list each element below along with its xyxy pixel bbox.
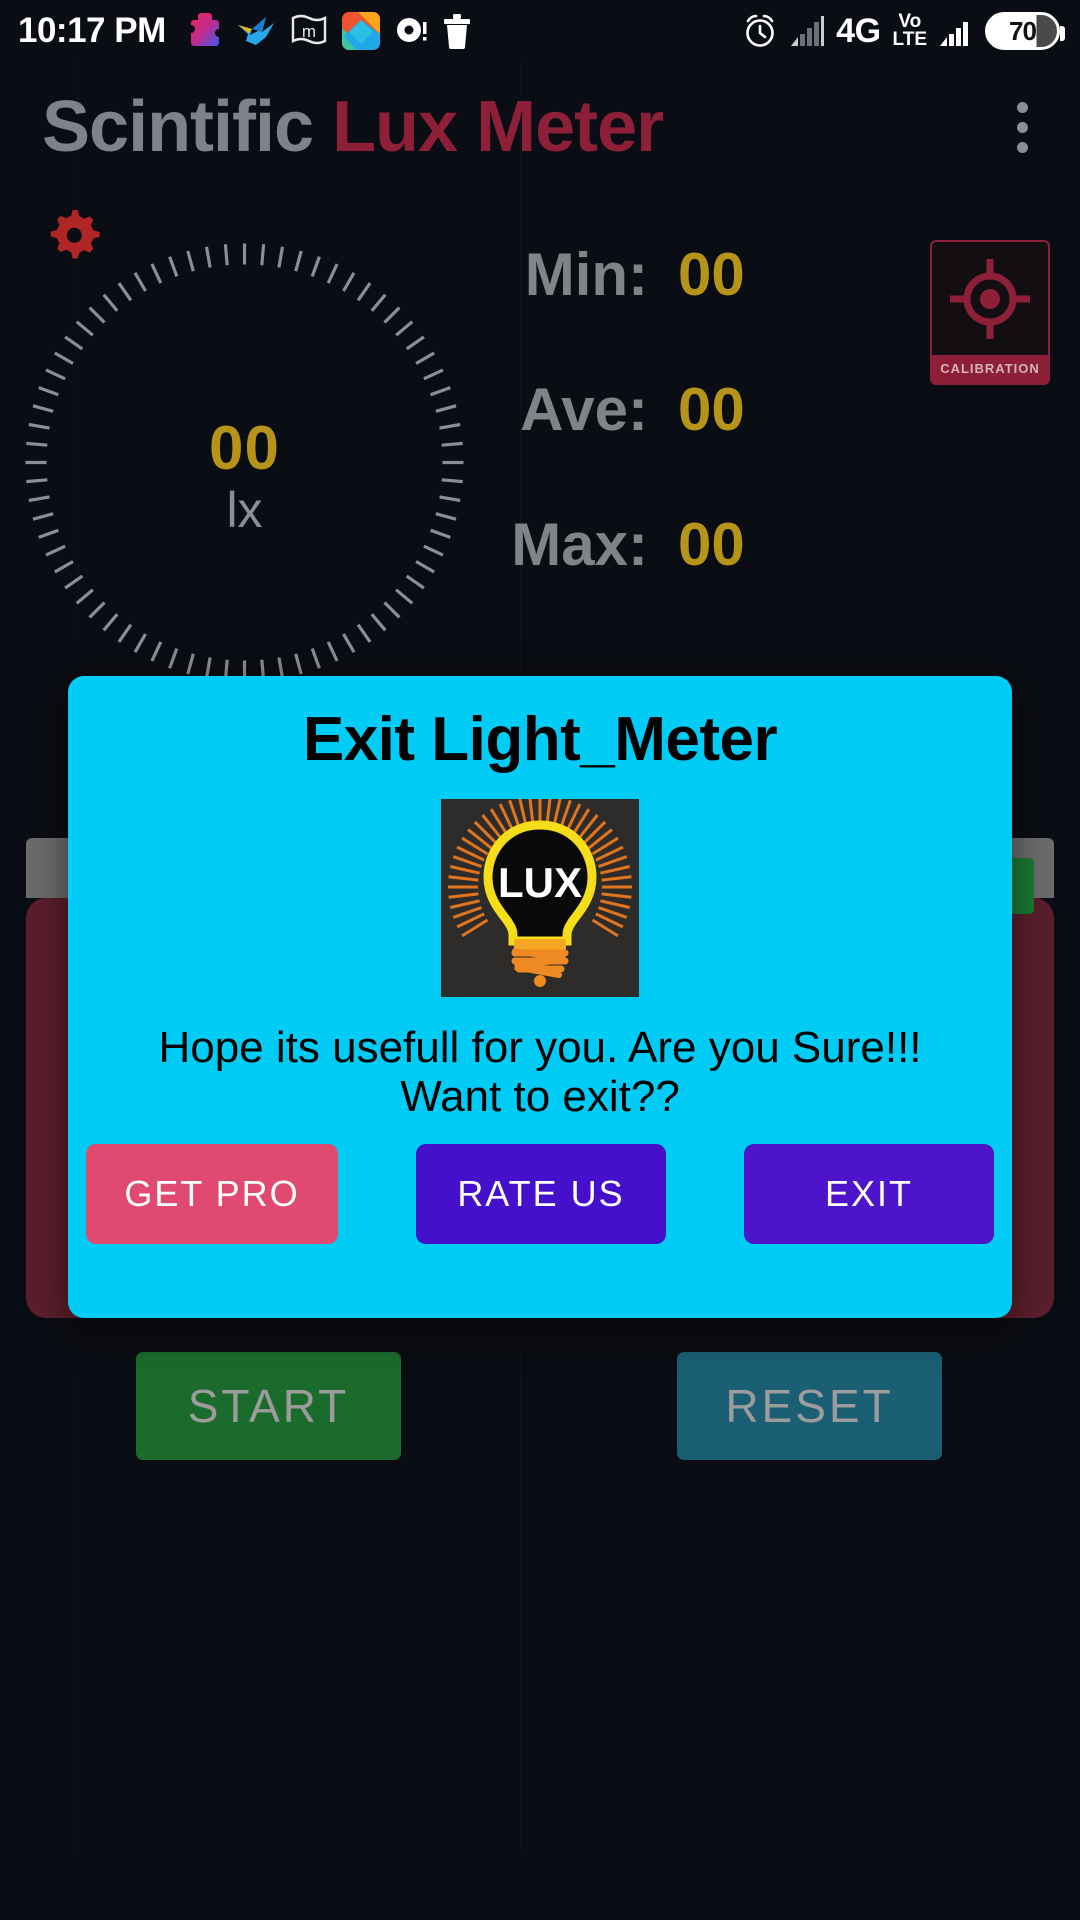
battery-indicator: 70 bbox=[985, 12, 1065, 50]
network-type-label: 4G bbox=[836, 11, 881, 50]
recorder-icon bbox=[396, 18, 427, 42]
svg-text:LUX: LUX bbox=[498, 859, 582, 906]
reset-button-label: RESET bbox=[725, 1380, 894, 1432]
status-bar: 10:17 PM m 4G Vo LTE 70 bbox=[0, 0, 1080, 62]
volte-bottom-label: LTE bbox=[892, 29, 927, 50]
stat-value-max: 00 bbox=[678, 511, 745, 578]
lux-lightbulb-logo: LUX bbox=[441, 799, 639, 997]
start-button-label: START bbox=[187, 1380, 350, 1432]
overflow-dot bbox=[1017, 101, 1028, 113]
app-bar: Scintific Lux Meter bbox=[0, 62, 1080, 192]
app-screen: 10:17 PM m 4G Vo LTE 70 Scintific Lux Me… bbox=[0, 0, 1080, 1920]
stat-label-ave: Ave: bbox=[520, 376, 648, 443]
overflow-dot bbox=[1017, 121, 1028, 133]
start-button[interactable]: START bbox=[136, 1352, 401, 1460]
gallery-icon bbox=[341, 12, 380, 50]
app-title-part1: Scintific bbox=[42, 87, 314, 167]
dialog-actions: GET PRO RATE US EXIT bbox=[68, 1143, 1012, 1244]
mastodon-flag-icon: m bbox=[291, 14, 326, 45]
stat-value-min: 00 bbox=[678, 241, 745, 308]
stat-row-max: Max: 00 bbox=[440, 510, 860, 645]
gauge-readout: 00 lx bbox=[22, 418, 467, 540]
volte-indicator: Vo LTE bbox=[892, 12, 927, 50]
settings-gear-button[interactable] bbox=[46, 208, 104, 271]
stat-label-min: Min: bbox=[524, 241, 648, 308]
reset-button[interactable]: RESET bbox=[677, 1352, 942, 1460]
gauge-value: 00 bbox=[209, 414, 280, 483]
stat-row-min: Min: 00 bbox=[440, 240, 860, 375]
trash-icon bbox=[443, 14, 470, 49]
app-title-part2: Lux Meter bbox=[332, 87, 664, 167]
status-bar-clock: 10:17 PM bbox=[18, 11, 166, 50]
puzzle-piece-icon bbox=[190, 13, 219, 46]
dialog-title: Exit Light_Meter bbox=[302, 705, 778, 774]
page-title: Scintific Lux Meter bbox=[42, 86, 664, 168]
alarm-icon bbox=[746, 14, 774, 47]
overflow-dot bbox=[1017, 141, 1028, 153]
stat-row-ave: Ave: 00 bbox=[440, 375, 860, 510]
overflow-menu-icon[interactable] bbox=[1003, 88, 1042, 167]
rate-us-button[interactable]: RATE US bbox=[416, 1143, 666, 1244]
signal-bars-icon bbox=[791, 16, 825, 46]
calibration-icon-slot bbox=[949, 242, 1031, 355]
status-bar-system-icons: 4G Vo LTE 70 bbox=[742, 11, 1065, 51]
gauge-unit: lx bbox=[226, 482, 263, 538]
status-bar-notification-icons: m bbox=[188, 12, 472, 50]
dialog-message-line1: Hope its usefull for you. Are you Sure!!… bbox=[158, 1023, 922, 1072]
calibration-button[interactable]: CALIBRATION bbox=[930, 240, 1050, 385]
signal-bars-2-icon bbox=[940, 22, 968, 46]
exit-dialog: Exit Light_Meter LUX Hope its usefull fo… bbox=[68, 676, 1012, 1318]
hummingbird-icon bbox=[237, 17, 274, 45]
crosshair-target-icon bbox=[950, 258, 1030, 339]
svg-text:m: m bbox=[302, 22, 316, 41]
exit-button[interactable]: EXIT bbox=[744, 1143, 994, 1244]
gear-icon bbox=[50, 209, 100, 259]
dialog-message: Hope its usefull for you. Are you Sure!!… bbox=[140, 1023, 939, 1122]
dialog-message-line2: Want to exit?? bbox=[400, 1072, 680, 1122]
stat-value-ave: 00 bbox=[678, 376, 745, 443]
get-pro-button[interactable]: GET PRO bbox=[86, 1143, 338, 1244]
stat-label-max: Max: bbox=[511, 511, 648, 578]
battery-level-label: 70 bbox=[1009, 16, 1037, 46]
lux-gauge: 00 lx bbox=[22, 240, 467, 685]
stats-panel: Min: 00 Ave: 00 Max: 00 bbox=[440, 240, 860, 645]
lux-logo-graphic: LUX bbox=[441, 799, 639, 997]
calibration-label: CALIBRATION bbox=[932, 355, 1048, 383]
